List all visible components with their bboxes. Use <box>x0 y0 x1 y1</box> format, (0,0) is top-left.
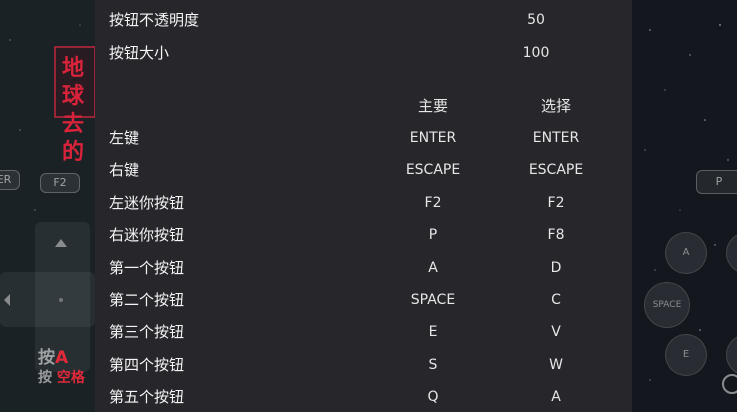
opacity-value[interactable]: 50 <box>496 4 576 36</box>
binding-row-button-5[interactable]: 第五个按钮 Q A <box>95 381 632 412</box>
game-hint: 按A 按 空格 <box>38 348 85 388</box>
hint-key-space: 空格 <box>56 370 85 386</box>
binding-label: 左键 <box>109 129 140 147</box>
primary-header: 主要 <box>417 97 448 115</box>
right-a-button[interactable]: A <box>665 232 707 274</box>
binding-label: 第一个按钮 <box>109 259 185 277</box>
binding-secondary[interactable]: ESCAPE <box>496 154 616 186</box>
binding-primary[interactable]: P <box>373 219 493 251</box>
binding-secondary[interactable]: F8 <box>496 219 616 251</box>
size-label: 按钮大小 <box>109 44 170 62</box>
right-space-button[interactable]: SPACE <box>644 282 690 328</box>
binding-row-right-mini[interactable]: 右迷你按钮 P F8 <box>95 219 632 251</box>
opacity-setting-row[interactable]: 按钮不透明度 50 <box>95 4 632 36</box>
binding-secondary[interactable]: ENTER <box>496 122 616 154</box>
right-e-button[interactable]: E <box>665 334 707 376</box>
binding-label: 第四个按钮 <box>109 356 185 374</box>
hint-press-1: 按 <box>38 348 55 368</box>
right-p-button[interactable]: P <box>696 170 737 194</box>
binding-row-left-mini[interactable]: 左迷你按钮 F2 F2 <box>95 187 632 219</box>
binding-secondary[interactable]: D <box>496 252 616 284</box>
size-setting-row[interactable]: 按钮大小 100 <box>95 37 632 69</box>
binding-primary[interactable]: ENTER <box>373 122 493 154</box>
opacity-label: 按钮不透明度 <box>109 11 200 29</box>
binding-label: 第五个按钮 <box>109 388 185 406</box>
hint-key-a: A <box>55 348 69 368</box>
binding-secondary[interactable]: A <box>496 381 616 412</box>
binding-primary[interactable]: SPACE <box>373 284 493 316</box>
binding-label: 右迷你按钮 <box>109 226 185 244</box>
binding-secondary[interactable]: V <box>496 316 616 348</box>
binding-row-button-2[interactable]: 第二个按钮 SPACE C <box>95 284 632 316</box>
binding-row-button-3[interactable]: 第三个按钮 E V <box>95 316 632 348</box>
secondary-header: 选择 <box>540 97 571 115</box>
binding-row-button-1[interactable]: 第一个按钮 A D <box>95 252 632 284</box>
size-value[interactable]: 100 <box>496 37 576 69</box>
binding-row-left-key[interactable]: 左键 ENTER ENTER <box>95 122 632 154</box>
binding-secondary[interactable]: W <box>496 349 616 381</box>
hint-press-2: 按 <box>38 370 52 386</box>
binding-primary[interactable]: A <box>373 252 493 284</box>
binding-secondary[interactable]: C <box>496 284 616 316</box>
binding-primary[interactable]: F2 <box>373 187 493 219</box>
left-f2-button[interactable]: F2 <box>40 173 80 193</box>
binding-row-right-key[interactable]: 右键 ESCAPE ESCAPE <box>95 154 632 186</box>
binding-label: 第二个按钮 <box>109 291 185 309</box>
binding-label: 右键 <box>109 161 140 179</box>
binding-label: 左迷你按钮 <box>109 194 185 212</box>
binding-secondary[interactable]: F2 <box>496 187 616 219</box>
binding-row-button-4[interactable]: 第四个按钮 S W <box>95 349 632 381</box>
binding-label: 第三个按钮 <box>109 323 185 341</box>
left-enter-button[interactable]: ER <box>0 170 20 190</box>
binding-primary[interactable]: S <box>373 349 493 381</box>
share-icon[interactable] <box>722 374 737 394</box>
binding-primary[interactable]: E <box>373 316 493 348</box>
binding-primary[interactable]: ESCAPE <box>373 154 493 186</box>
binding-primary[interactable]: Q <box>373 381 493 412</box>
bindings-header-row: 主要 选择 <box>95 90 632 122</box>
button-settings-panel: 按钮不透明度 50 按钮大小 100 主要 选择 左键 ENTER ENTER … <box>95 0 632 412</box>
